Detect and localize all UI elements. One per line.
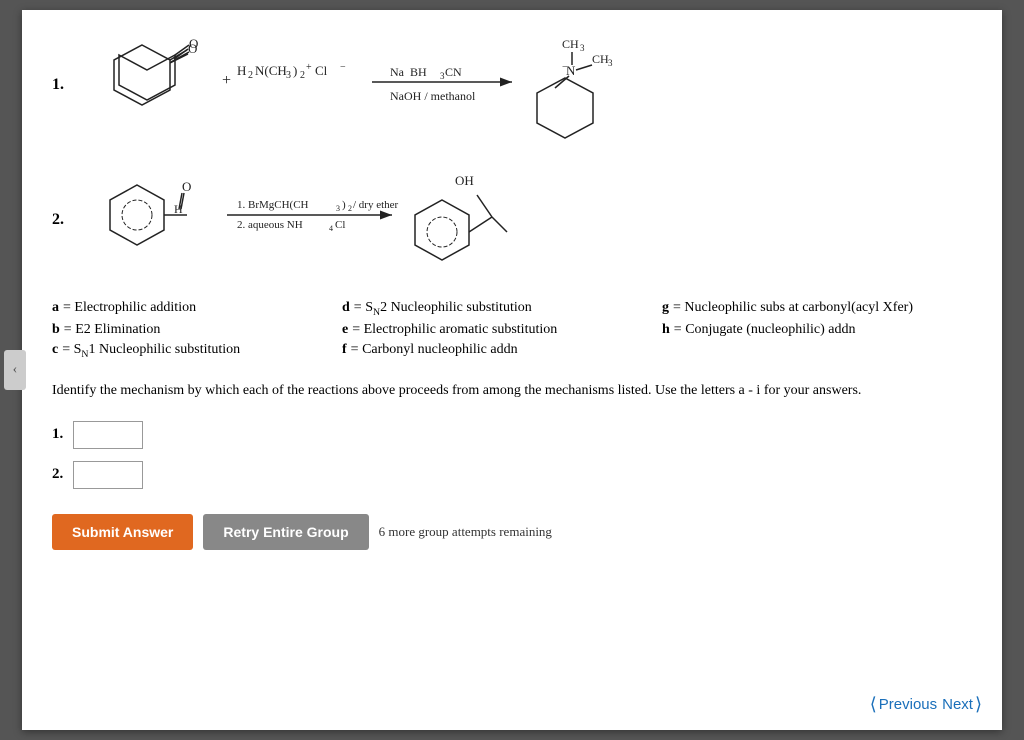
svg-text:2: 2: [300, 70, 305, 81]
previous-button[interactable]: ⟨ Previous: [870, 694, 937, 715]
svg-text:2: 2: [248, 70, 253, 81]
svg-text:Cl: Cl: [315, 63, 328, 78]
svg-text:Na: Na: [390, 65, 405, 79]
svg-text:4: 4: [329, 224, 333, 233]
svg-text:CH: CH: [592, 52, 609, 66]
mech-h-label: h: [662, 322, 670, 338]
answer-2-row: 2.: [52, 461, 972, 489]
mech-f-label: f: [342, 342, 347, 358]
mech-c: c = SN1 Nucleophilic substitution: [52, 342, 332, 360]
reactions-section: 1. O: [52, 30, 972, 270]
mech-b-label: b: [52, 322, 60, 338]
buttons-row: Submit Answer Retry Entire Group 6 more …: [52, 514, 972, 550]
mech-f-text: = Carbonyl nucleophilic addn: [351, 342, 518, 358]
mech-g-label: g: [662, 300, 669, 316]
svg-text:BH: BH: [410, 65, 427, 79]
reaction-1-number: 1.: [52, 76, 82, 94]
mech-e: e = Electrophilic aromatic substitution: [342, 322, 652, 338]
next-button[interactable]: Next ⟩: [942, 694, 982, 715]
chevron-left-icon: ⟨: [870, 694, 877, 715]
retry-group-button[interactable]: Retry Entire Group: [203, 514, 368, 550]
question-text: Identify the mechanism by which each of …: [52, 380, 972, 401]
mech-b-text: = E2 Elimination: [64, 322, 161, 338]
mech-b: b = E2 Elimination: [52, 322, 332, 338]
svg-text:H: H: [237, 63, 246, 78]
previous-label: Previous: [879, 696, 937, 713]
next-label: Next: [942, 696, 973, 713]
left-scroll-arrow[interactable]: ‹: [4, 350, 26, 390]
mech-d-text: = SN2 Nucleophilic substitution: [354, 300, 532, 318]
mech-g-text: = Nucleophilic subs at carbonyl(acyl Xfe…: [673, 300, 913, 316]
svg-text:O: O: [182, 179, 191, 194]
mech-e-text: = Electrophilic aromatic substitution: [352, 322, 557, 338]
svg-text:+: +: [306, 62, 312, 73]
svg-text:+: +: [222, 72, 231, 89]
answer-2-input[interactable]: [73, 461, 143, 489]
svg-text:−: −: [562, 62, 568, 73]
svg-text:3: 3: [580, 43, 585, 53]
navigation-section: ⟨ Previous Next ⟩: [870, 694, 982, 715]
reaction-2-number: 2.: [52, 211, 82, 229]
mech-a-label: a: [52, 300, 59, 316]
chevron-right-icon: ⟩: [975, 694, 982, 715]
mech-d: d = SN2 Nucleophilic substitution: [342, 300, 652, 318]
svg-text:): ): [293, 63, 297, 78]
svg-text:OH: OH: [455, 173, 474, 188]
mech-h: h = Conjugate (nucleophilic) addn: [662, 322, 972, 338]
mech-g: g = Nucleophilic subs at carbonyl(acyl X…: [662, 300, 972, 318]
main-page: ‹ 1. O: [22, 10, 1002, 730]
svg-text:CN: CN: [445, 65, 462, 79]
mech-e-label: e: [342, 322, 348, 338]
reaction-1-row: 1. O: [52, 30, 972, 140]
answer-1-input[interactable]: [73, 421, 143, 449]
submit-answer-button[interactable]: Submit Answer: [52, 514, 193, 550]
svg-text:2. aqueous NH: 2. aqueous NH: [237, 219, 303, 231]
svg-text:3: 3: [336, 204, 340, 213]
svg-text:): ): [342, 199, 346, 211]
svg-text:2: 2: [348, 204, 352, 213]
mech-f: f = Carbonyl nucleophilic addn: [342, 342, 652, 360]
svg-text:N(CH: N(CH: [255, 63, 287, 78]
svg-text:NaOH / methanol: NaOH / methanol: [390, 89, 476, 103]
reaction-2-row: 2. H O: [52, 170, 972, 270]
svg-text:CH: CH: [562, 37, 579, 51]
svg-text:1. BrMgCH(CH: 1. BrMgCH(CH: [237, 199, 309, 211]
svg-text:O: O: [189, 36, 198, 51]
svg-text:−: −: [340, 62, 346, 73]
mech-a-text: = Electrophilic addition: [63, 300, 196, 316]
attempts-remaining-text: 6 more group attempts remaining: [379, 524, 552, 540]
svg-text:/ dry ether: / dry ether: [353, 199, 399, 211]
reaction-1-svg: O O + H 2 N(CH 3 ) 2: [82, 30, 702, 140]
answer-1-row: 1.: [52, 421, 972, 449]
mech-d-label: d: [342, 300, 350, 316]
mech-a: a = Electrophilic addition: [52, 300, 332, 318]
answer-2-label: 2.: [52, 466, 63, 483]
mech-c-text: = SN1 Nucleophilic substitution: [62, 342, 240, 360]
svg-text:3: 3: [608, 58, 613, 68]
mech-h-text: = Conjugate (nucleophilic) addn: [674, 322, 856, 338]
svg-text:Cl: Cl: [335, 219, 345, 231]
reaction-2-svg: H O 1. BrMgCH(CH 3 ) 2 / dry ether: [82, 170, 702, 270]
mechanisms-legend: a = Electrophilic addition d = SN2 Nucle…: [52, 300, 972, 360]
svg-text:3: 3: [286, 70, 291, 81]
answer-1-label: 1.: [52, 426, 63, 443]
mech-c-label: c: [52, 342, 58, 358]
